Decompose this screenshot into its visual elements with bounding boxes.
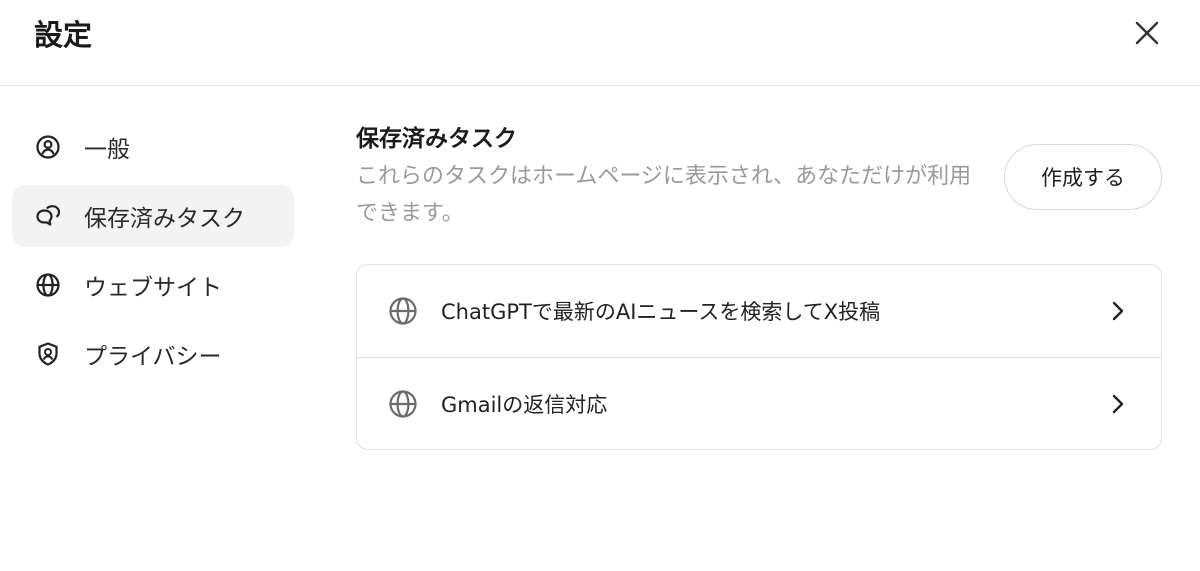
sidebar-item-label: ウェブサイト — [84, 275, 222, 301]
task-list: ChatGPTで最新のAIニュースを検索してX投稿 Gmailの返信対応 — [356, 264, 1162, 450]
sidebar-item-label: プライバシー — [84, 344, 222, 370]
saved-tasks-panel: 保存済みタスク これらのタスクはホームページに表示され、あなただけが利用できます… — [356, 122, 1162, 450]
task-label: ChatGPTで最新のAIニュースを検索してX投稿 — [441, 300, 881, 324]
sidebar-item-general[interactable]: 一般 — [12, 116, 294, 178]
task-row[interactable]: Gmailの返信対応 — [357, 357, 1161, 449]
user-circle-icon — [34, 133, 62, 161]
chevron-right-icon — [1107, 390, 1129, 418]
sidebar-item-label: 保存済みタスク — [84, 206, 245, 232]
close-icon — [1135, 21, 1159, 45]
create-task-button[interactable]: 作成する — [1004, 144, 1162, 210]
sidebar-item-website[interactable]: ウェブサイト — [12, 254, 294, 316]
shield-user-icon — [34, 340, 62, 368]
chat-bubbles-icon — [34, 202, 62, 230]
chevron-right-icon — [1107, 297, 1129, 325]
settings-header: 設定 — [0, 0, 1200, 86]
globe-icon — [387, 388, 419, 420]
sidebar-item-saved-tasks[interactable]: 保存済みタスク — [12, 185, 294, 247]
globe-icon — [387, 295, 419, 327]
page-title: 設定 — [34, 18, 93, 52]
sidebar-item-privacy[interactable]: プライバシー — [12, 323, 294, 385]
section-description: これらのタスクはホームページに表示され、あなただけが利用できます。 — [356, 164, 972, 226]
globe-icon — [34, 271, 62, 299]
task-row[interactable]: ChatGPTで最新のAIニュースを検索してX投稿 — [357, 265, 1161, 357]
close-button[interactable] — [1128, 14, 1166, 52]
task-label: Gmailの返信対応 — [441, 392, 608, 417]
sidebar-item-label: 一般 — [84, 137, 130, 163]
settings-sidebar: 一般 保存済みタスク ウェブサイト プライバシー — [12, 116, 294, 392]
